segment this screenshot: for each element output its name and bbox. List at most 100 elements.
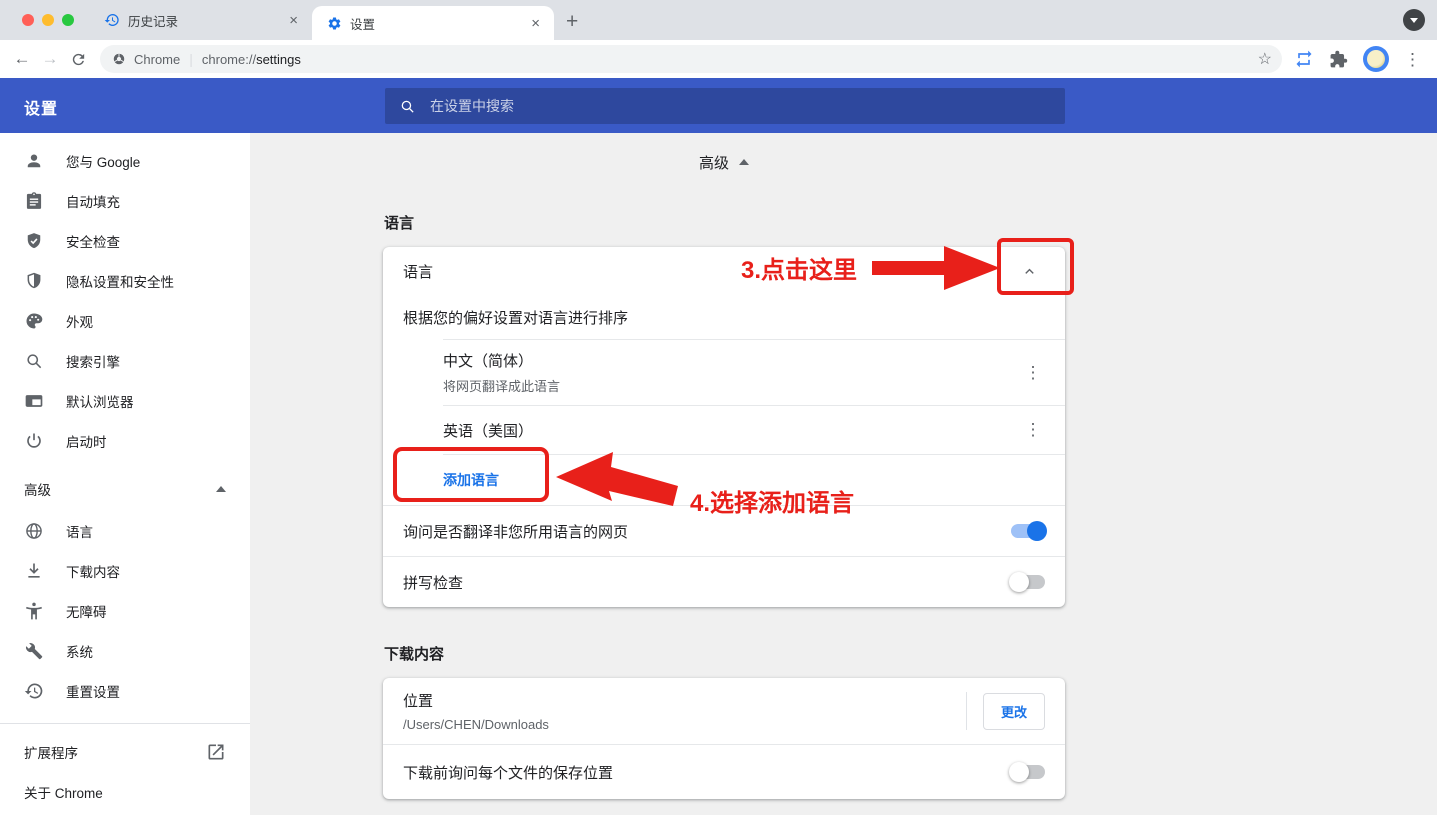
sidebar-item-privacy[interactable]: 隐私设置和安全性: [0, 261, 250, 301]
annotation-box-step3: [997, 238, 1074, 295]
restore-icon: [24, 681, 44, 701]
language-section-title: 语言: [384, 212, 1065, 233]
toolbar-actions: ⋮: [1290, 46, 1429, 72]
advanced-collapse-button[interactable]: 高级: [383, 148, 1065, 176]
language-desc: 将网页翻译成此语言: [443, 376, 1021, 395]
settings-page: 您与 Google 自动填充 安全检查 隐私设置和安全性 外观 搜索引擎: [0, 133, 1437, 815]
tab-history[interactable]: 历史记录 ×: [90, 0, 312, 40]
wrench-icon: [24, 641, 44, 661]
tab-title: 设置: [350, 14, 519, 33]
profile-avatar[interactable]: [1363, 46, 1389, 72]
ask-where-toggle[interactable]: [1011, 765, 1045, 779]
sidebar-item-downloads[interactable]: 下载内容: [0, 551, 250, 591]
macos-traffic-lights: [0, 0, 90, 40]
sidebar-item-reset[interactable]: 重置设置: [0, 671, 250, 711]
language-menu-button[interactable]: ⋮: [1021, 363, 1045, 383]
language-order-hint: 根据您的偏好设置对语言进行排序: [383, 295, 1065, 339]
sidebar-item-appearance[interactable]: 外观: [0, 301, 250, 341]
language-name: 英语（美国）: [443, 420, 1021, 441]
sidebar-item-people[interactable]: 您与 Google: [0, 141, 250, 181]
change-location-button[interactable]: 更改: [983, 693, 1045, 730]
reload-button[interactable]: [64, 45, 92, 73]
sidebar-item-autofill[interactable]: 自动填充: [0, 181, 250, 221]
offer-translate-toggle[interactable]: [1011, 524, 1045, 538]
language-card-header[interactable]: 语言: [383, 247, 1065, 295]
address-bar[interactable]: Chrome | chrome://settings ☆: [100, 45, 1282, 73]
ask-where-row: 下载前询问每个文件的保存位置: [383, 745, 1065, 799]
repeat-extension-icon[interactable]: [1294, 49, 1314, 69]
zoom-window-button[interactable]: [62, 14, 74, 26]
palette-icon: [24, 311, 44, 331]
sidebar-item-safety-check[interactable]: 安全检查: [0, 221, 250, 261]
downloads-card: 位置 /Users/CHEN/Downloads 更改 下载前询问每个文件的保存…: [383, 678, 1065, 799]
magnifier-icon: [24, 351, 44, 371]
settings-search-box[interactable]: [385, 88, 1065, 124]
chevron-down-icon: [1410, 18, 1418, 23]
tab-title: 历史记录: [128, 11, 277, 30]
annotation-box-step4: [393, 447, 549, 502]
spellcheck-toggle[interactable]: [1011, 575, 1045, 589]
browser-toolbar: ← → Chrome | chrome://settings ☆ ⋮: [0, 40, 1437, 78]
sidebar-item-default-browser[interactable]: 默认浏览器: [0, 381, 250, 421]
bookmark-star-icon[interactable]: ☆: [1258, 49, 1272, 69]
language-menu-button[interactable]: ⋮: [1021, 420, 1045, 440]
new-tab-button[interactable]: +: [566, 11, 578, 32]
location-path: /Users/CHEN/Downloads: [403, 717, 954, 732]
chrome-logo-icon: [112, 52, 126, 66]
settings-gear-icon: [326, 15, 342, 31]
sidebar-item-system[interactable]: 系统: [0, 631, 250, 671]
sidebar-advanced-toggle[interactable]: 高级: [0, 467, 250, 511]
forward-button[interactable]: →: [36, 45, 64, 73]
clipboard-icon: [24, 191, 44, 211]
language-name: 中文（简体）: [443, 350, 1021, 371]
tab-strip: 历史记录 × 设置 × +: [0, 0, 1437, 40]
download-icon: [24, 561, 44, 581]
accessibility-icon: [24, 601, 44, 621]
chevron-up-icon: [216, 486, 226, 492]
sidebar-item-on-startup[interactable]: 启动时: [0, 421, 250, 461]
person-icon: [24, 151, 44, 171]
shield-check-icon: [24, 231, 44, 251]
settings-sidebar: 您与 Google 自动填充 安全检查 隐私设置和安全性 外观 搜索引擎: [0, 133, 250, 815]
spellcheck-row: 拼写检查: [383, 557, 1065, 607]
globe-icon: [24, 521, 44, 541]
page-title: 设置: [24, 95, 58, 119]
annotation-text-step4: 4.选择添加语言: [690, 483, 854, 518]
sidebar-item-extensions[interactable]: 扩展程序: [0, 732, 250, 772]
close-window-button[interactable]: [22, 14, 34, 26]
history-icon: [104, 12, 120, 28]
browser-window-icon: [24, 391, 44, 411]
tab-search-button[interactable]: [1403, 9, 1425, 31]
tab-settings[interactable]: 设置 ×: [312, 6, 554, 40]
vertical-divider: [966, 692, 967, 730]
download-location-row: 位置 /Users/CHEN/Downloads 更改: [383, 678, 1065, 744]
location-label: 位置: [403, 690, 954, 711]
open-in-new-icon: [206, 742, 226, 762]
sidebar-divider: [0, 723, 250, 724]
browser-window: 历史记录 × 设置 × + ← → Chrome | chrome://se: [0, 0, 1437, 815]
browser-menu-button[interactable]: ⋮: [1404, 51, 1421, 68]
sidebar-item-languages[interactable]: 语言: [0, 511, 250, 551]
power-icon: [24, 431, 44, 451]
site-name: Chrome: [134, 52, 180, 67]
language-row-chinese: 中文（简体） 将网页翻译成此语言 ⋮: [383, 340, 1065, 405]
sidebar-item-about-chrome[interactable]: 关于 Chrome: [0, 772, 250, 812]
extensions-puzzle-icon[interactable]: [1329, 50, 1348, 69]
tab-close-icon[interactable]: ×: [527, 14, 544, 33]
url-page: settings: [256, 52, 301, 67]
back-button[interactable]: ←: [8, 45, 36, 73]
settings-header: 设置: [0, 78, 1437, 133]
sidebar-item-accessibility[interactable]: 无障碍: [0, 591, 250, 631]
toggle-knob: [1027, 521, 1047, 541]
toggle-knob: [1009, 762, 1029, 782]
chevron-up-icon: [739, 159, 749, 165]
url-separator: |: [189, 51, 193, 67]
annotation-text-step3: 3.点击这里: [741, 250, 857, 285]
avatar-photo: [1367, 50, 1385, 68]
shield-half-icon: [24, 271, 44, 291]
sidebar-item-search-engine[interactable]: 搜索引擎: [0, 341, 250, 381]
tab-close-icon[interactable]: ×: [285, 11, 302, 30]
downloads-section-title: 下载内容: [384, 643, 1065, 664]
minimize-window-button[interactable]: [42, 14, 54, 26]
settings-search-input[interactable]: [428, 97, 928, 115]
